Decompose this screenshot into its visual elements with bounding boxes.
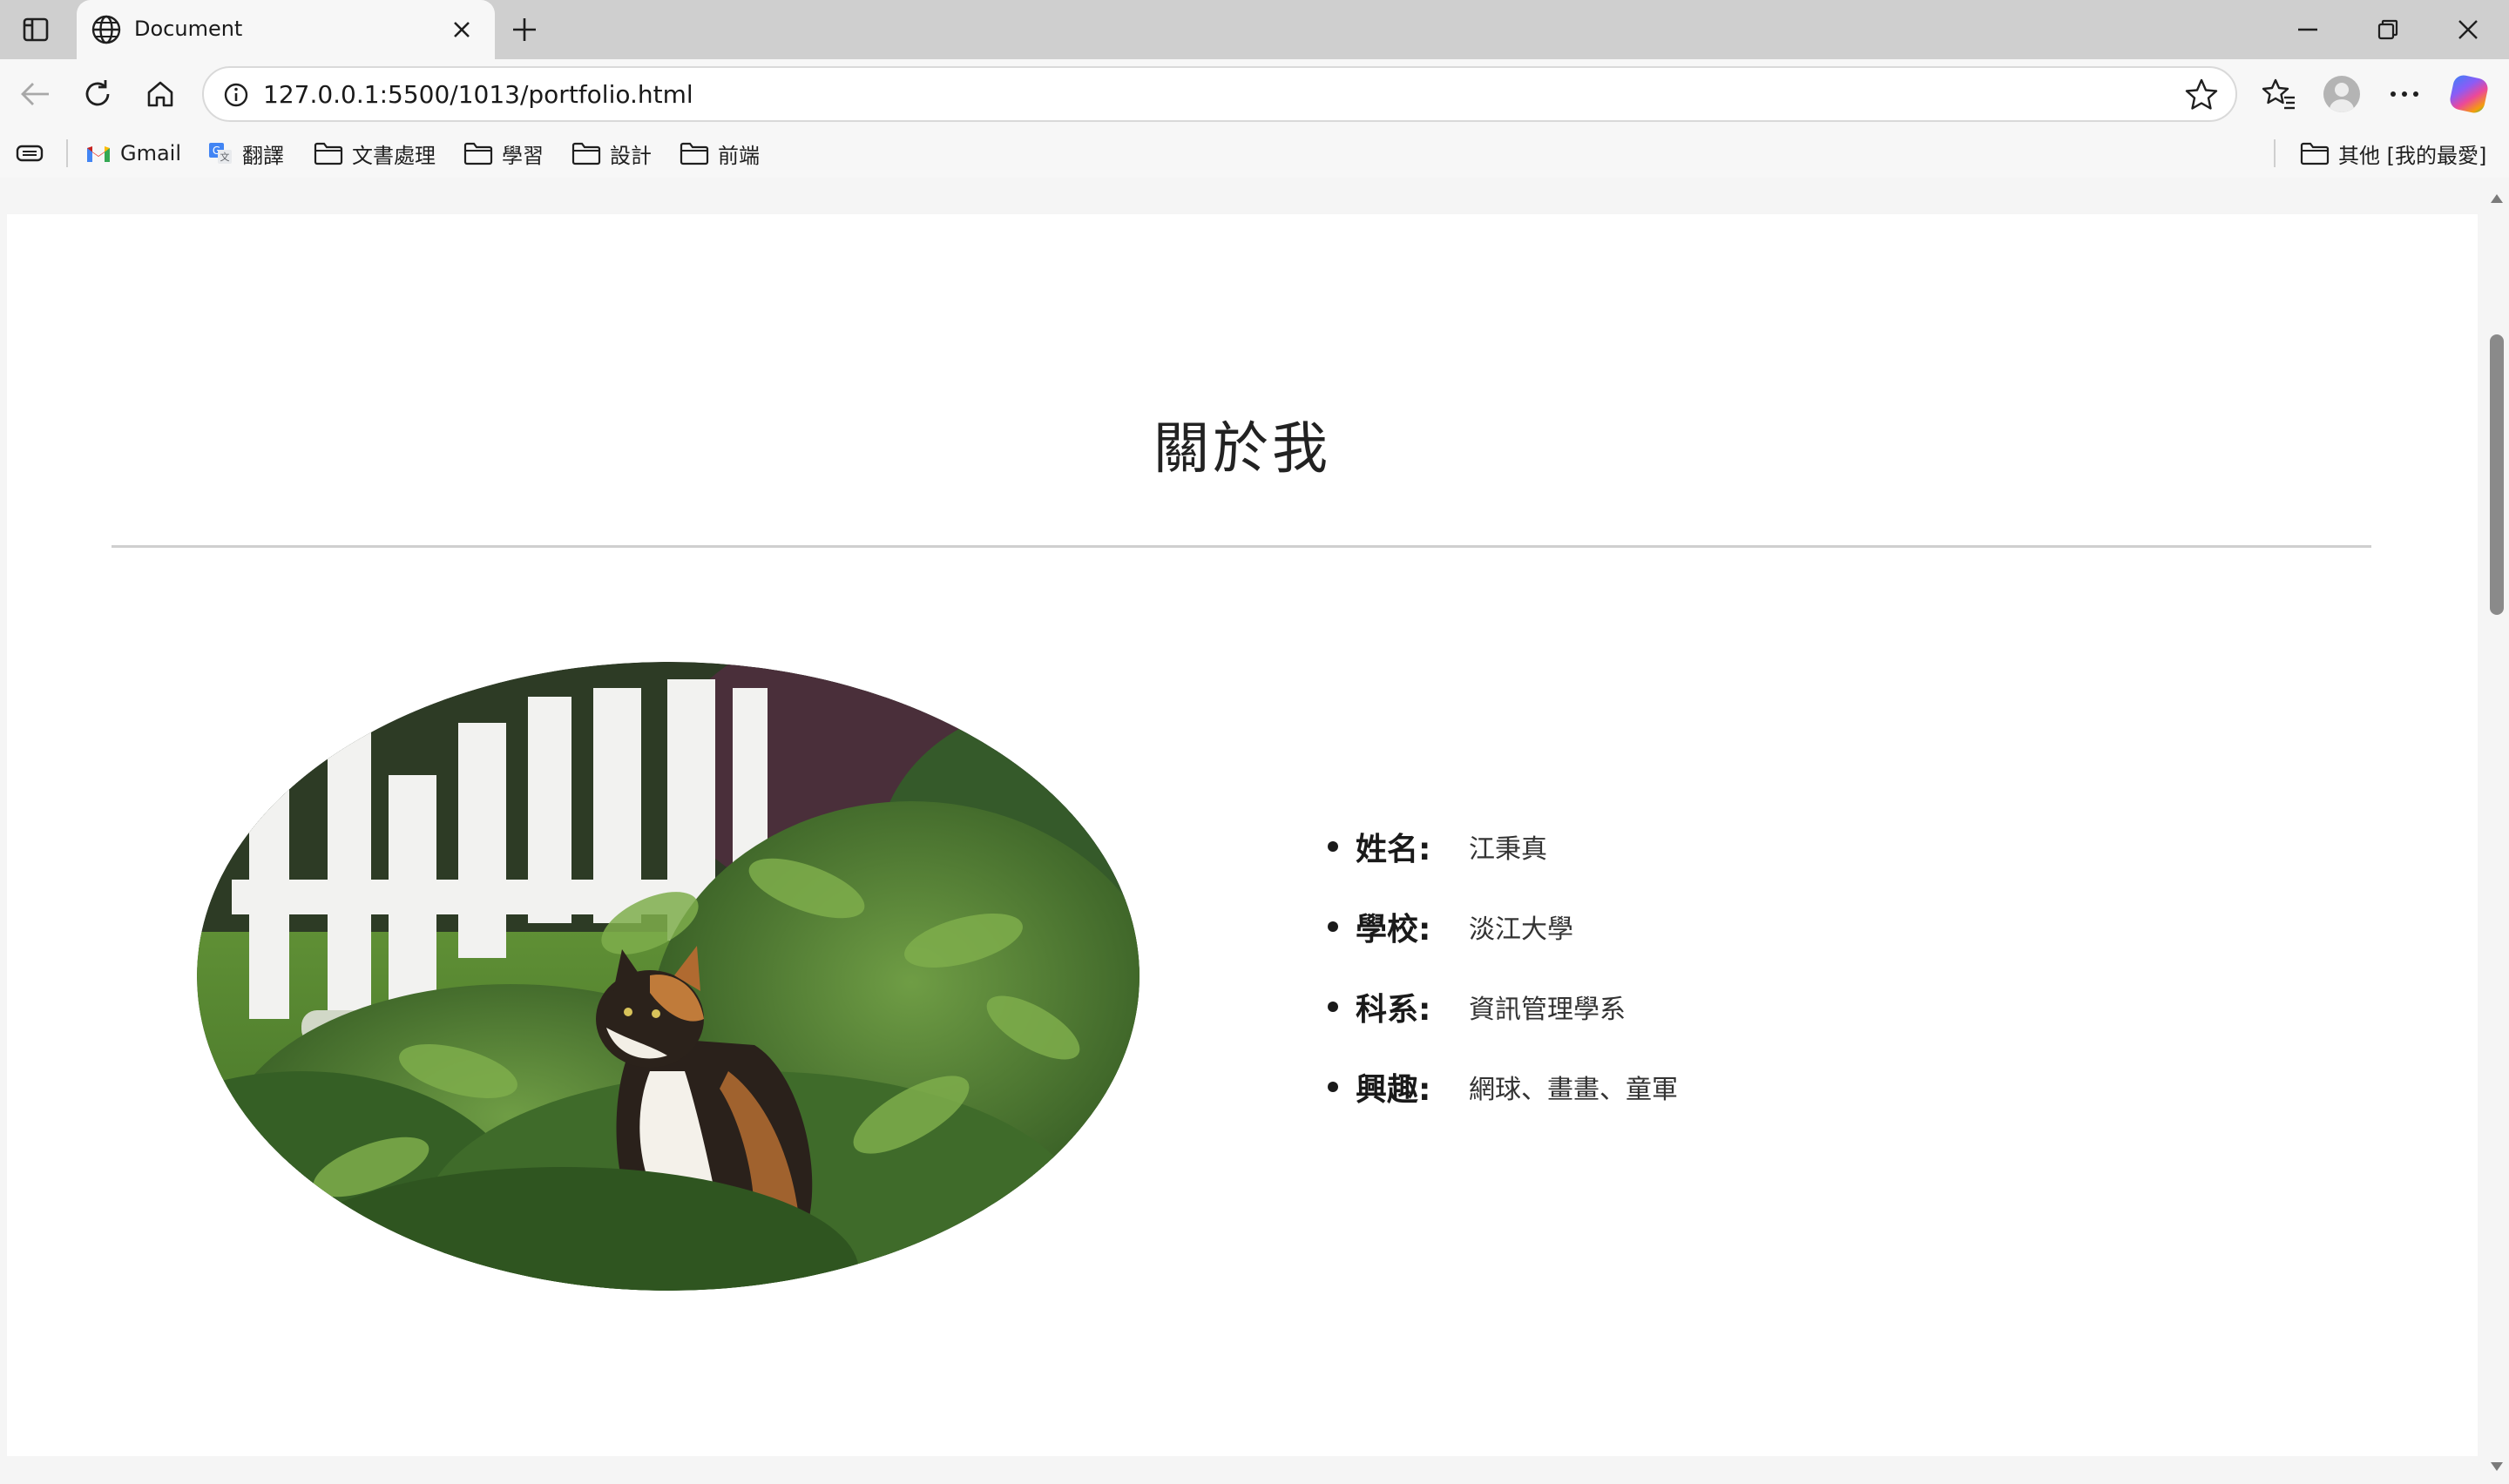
collections-button[interactable]	[16, 136, 44, 171]
close-icon	[454, 22, 470, 37]
bookmark-translate[interactable]: G 文 翻譯	[207, 136, 284, 171]
more-dots-icon	[2391, 91, 2418, 97]
bookmark-folder-frontend[interactable]: 前端	[680, 136, 760, 171]
translate-icon: G 文	[209, 143, 232, 164]
favorites-button[interactable]	[2258, 73, 2300, 115]
close-window-button[interactable]	[2438, 9, 2499, 51]
folder-icon	[314, 142, 343, 165]
tab-actions-icon	[23, 17, 49, 42]
tab-title: Document	[134, 17, 243, 41]
info-value: 網球、畫畫、童軍	[1469, 1075, 1678, 1105]
info-value: 淡江大學	[1469, 914, 1573, 945]
info-label: 學校:	[1356, 912, 1431, 948]
plus-icon	[513, 18, 536, 41]
minimize-icon	[2298, 28, 2317, 31]
tab-strip: Document	[0, 0, 2509, 59]
globe-icon	[91, 15, 121, 44]
copilot-icon	[2448, 73, 2490, 115]
restore-icon	[2377, 19, 2398, 40]
profile-photo	[197, 662, 1140, 1291]
bookmark-label: 其他 [我的最愛]	[2338, 143, 2487, 168]
minimize-button[interactable]	[2277, 9, 2338, 51]
back-arrow-icon	[21, 83, 49, 105]
list-item: 科系: 資訊管理學系	[1328, 967, 2112, 1047]
close-icon	[2458, 20, 2478, 39]
home-icon	[147, 81, 173, 107]
about-section: 關於我 姓名: 江秉真 學校: 淡江大學 科系: 資訊管理學系 興趣: 網球、畫…	[7, 214, 2478, 1456]
folder-icon	[463, 142, 493, 165]
info-label: 科系:	[1356, 992, 1431, 1028]
restore-button[interactable]	[2357, 9, 2418, 51]
tab-actions-button[interactable]	[17, 14, 54, 45]
scroll-down-arrow-icon[interactable]	[2490, 1461, 2504, 1472]
close-tab-button[interactable]	[444, 12, 479, 47]
svg-text:文: 文	[220, 151, 230, 163]
bookmarks-divider	[66, 139, 68, 167]
vertical-scrollbar[interactable]	[2483, 178, 2509, 1484]
address-bar[interactable]: 127.0.0.1:5500/1013/portfolio.html	[202, 66, 2237, 122]
page-title: 關於我	[1153, 417, 1331, 482]
bookmark-folder-design[interactable]: 設計	[571, 136, 652, 171]
tab-document[interactable]: Document	[77, 0, 495, 59]
home-button[interactable]	[139, 73, 181, 115]
bookmark-other-favorites[interactable]: 其他 [我的最愛]	[2300, 136, 2486, 171]
divider	[112, 545, 2371, 548]
favorites-icon	[2262, 78, 2295, 110]
new-tab-button[interactable]	[505, 10, 544, 49]
bookmark-gmail[interactable]: Gmail	[85, 136, 181, 171]
bookmark-label: 文書處理	[352, 143, 436, 168]
info-label: 姓名:	[1356, 832, 1431, 867]
list-item: 姓名: 江秉真	[1328, 806, 2112, 887]
copilot-button[interactable]	[2448, 73, 2490, 115]
avatar	[2323, 76, 2360, 112]
bookmark-label: 前端	[718, 143, 760, 168]
collections-icon	[16, 145, 44, 162]
url-text[interactable]: 127.0.0.1:5500/1013/portfolio.html	[263, 80, 693, 110]
info-value: 資訊管理學系	[1469, 995, 1626, 1025]
reload-icon	[85, 80, 110, 106]
list-item: 學校: 淡江大學	[1328, 887, 2112, 967]
list-item: 興趣: 網球、畫畫、童軍	[1328, 1047, 2112, 1127]
bookmark-label: 學習	[502, 143, 544, 168]
folder-icon	[2300, 142, 2330, 165]
scroll-up-arrow-icon[interactable]	[2490, 193, 2504, 204]
profile-info-list: 姓名: 江秉真 學校: 淡江大學 科系: 資訊管理學系 興趣: 網球、畫畫、童軍	[1328, 806, 2112, 1127]
folder-icon	[680, 142, 709, 165]
page-viewport: 關於我 姓名: 江秉真 學校: 淡江大學 科系: 資訊管理學系 興趣: 網球、畫…	[0, 178, 2509, 1484]
bookmark-label: Gmail	[120, 141, 182, 165]
scrollbar-thumb[interactable]	[2490, 334, 2504, 615]
navigation-toolbar: 127.0.0.1:5500/1013/portfolio.html	[0, 59, 2509, 129]
bookmark-label: 設計	[610, 143, 652, 168]
back-button[interactable]	[14, 73, 56, 115]
profile-button[interactable]	[2321, 73, 2363, 115]
reload-button[interactable]	[77, 73, 118, 115]
folder-icon	[571, 142, 601, 165]
info-label: 興趣:	[1356, 1072, 1431, 1108]
bookmark-label: 翻譯	[242, 143, 284, 168]
bookmark-folder-study[interactable]: 學習	[463, 136, 544, 171]
bookmarks-divider	[2274, 139, 2276, 167]
more-menu-button[interactable]	[2384, 73, 2425, 115]
favorite-star-icon[interactable]	[2183, 77, 2220, 113]
gmail-icon	[87, 146, 110, 162]
info-icon[interactable]	[220, 78, 253, 111]
bookmarks-bar: Gmail G 文 翻譯 文書處理 學習 設計 前端 其他 [我的最愛]	[0, 129, 2509, 178]
info-value: 江秉真	[1469, 834, 1547, 865]
bookmark-folder-docs[interactable]: 文書處理	[314, 136, 436, 171]
